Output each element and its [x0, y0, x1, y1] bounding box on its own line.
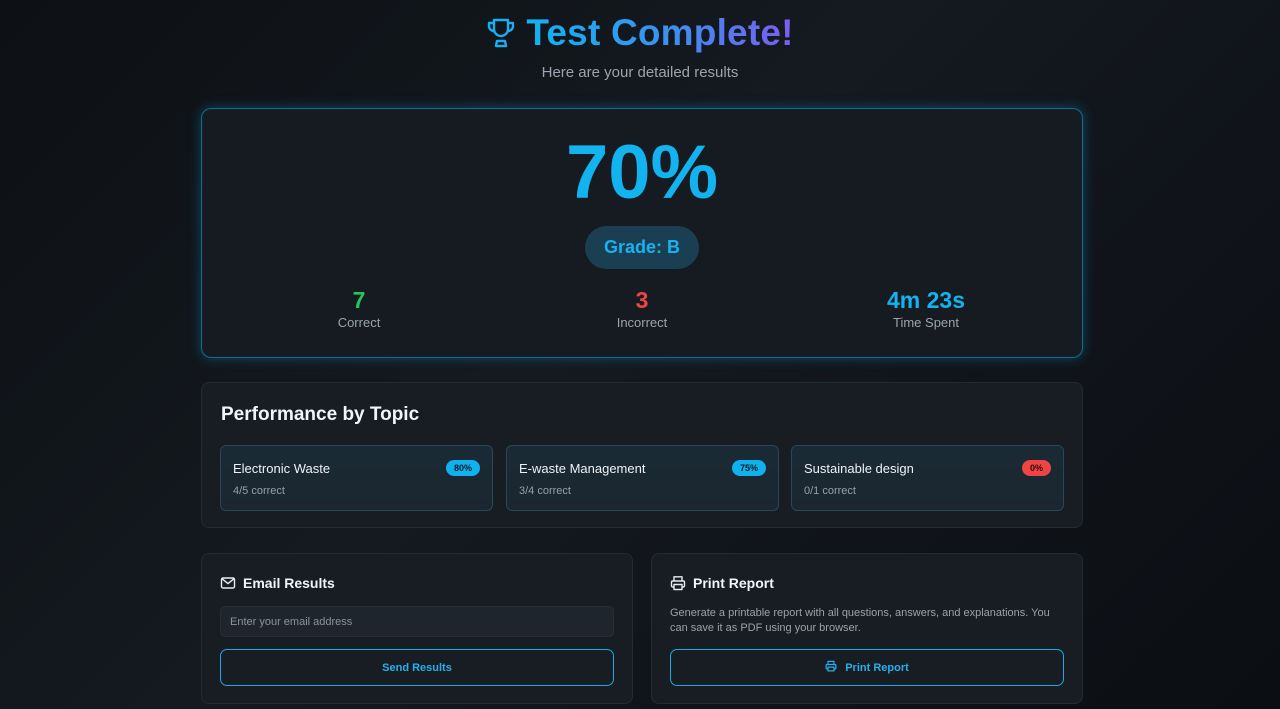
score-percent: 70% [565, 130, 719, 215]
stat-correct: 7 Correct [259, 287, 459, 330]
topic-detail: 3/4 correct [519, 485, 571, 497]
stat-correct-value: 7 [352, 287, 366, 313]
page-title: Test Complete! [526, 12, 794, 53]
stat-time-value: 4m 23s [886, 287, 965, 313]
topic-card: Sustainable design 0% 0/1 correct [791, 445, 1064, 511]
page-subtitle: Here are your detailed results [541, 64, 739, 81]
title-row: Test Complete! [486, 12, 793, 54]
stat-incorrect-value: 3 [635, 287, 649, 313]
performance-title: Performance by Topic [221, 404, 420, 425]
topic-name: Sustainable design [804, 461, 914, 476]
trophy-icon [486, 17, 516, 49]
print-report-button[interactable]: Print Report [670, 649, 1064, 686]
stat-time-label: Time Spent [893, 315, 959, 330]
email-results-header: Email Results [220, 575, 335, 591]
print-report-header: Print Report [670, 575, 774, 591]
send-results-label: Send Results [382, 661, 452, 674]
score-card: 70% Grade: B 7 Correct 3 Incorrect 4m 23… [201, 108, 1083, 358]
email-results-card: Email Results Send Results [201, 553, 633, 704]
mail-icon [220, 575, 236, 591]
header: Test Complete! Here are your detailed re… [0, 12, 1280, 81]
stat-incorrect-label: Incorrect [616, 315, 668, 330]
topic-detail: 0/1 correct [804, 485, 856, 497]
performance-card: Performance by Topic Electronic Waste 80… [201, 382, 1083, 528]
print-report-label: Print Report [845, 661, 909, 674]
email-results-title: Email Results [243, 575, 335, 591]
printer-icon [670, 575, 686, 591]
grade-badge: Grade: B [585, 226, 699, 269]
print-report-description: Generate a printable report with all que… [670, 607, 1050, 634]
topic-name: Electronic Waste [233, 461, 331, 476]
stat-time: 4m 23s Time Spent [826, 287, 1026, 330]
topic-detail: 4/5 correct [233, 485, 285, 497]
results-page: Test Complete! Here are your detailed re… [0, 0, 1280, 709]
send-results-button[interactable]: Send Results [220, 649, 614, 686]
topic-score-badge: 80% [445, 460, 480, 476]
topic-name: E-waste Management [519, 461, 646, 476]
print-report-card: Print Report Generate a printable report… [651, 553, 1083, 704]
stat-incorrect: 3 Incorrect [542, 287, 742, 330]
topic-card: E-waste Management 75% 3/4 correct [506, 445, 779, 511]
topic-score-badge: 75% [731, 460, 766, 476]
printer-icon [825, 660, 837, 675]
topic-score-badge: 0% [1021, 460, 1051, 476]
topic-card: Electronic Waste 80% 4/5 correct [220, 445, 493, 511]
stat-correct-label: Correct [337, 315, 381, 330]
print-report-title: Print Report [693, 575, 774, 591]
email-input[interactable] [220, 606, 614, 637]
